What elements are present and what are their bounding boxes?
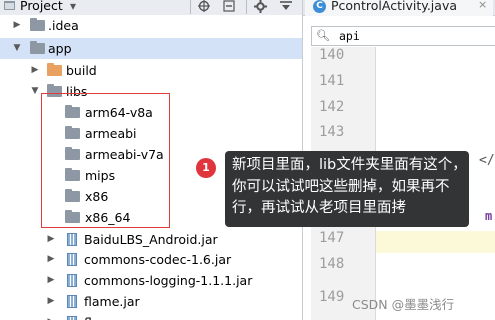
jar-icon: [67, 233, 77, 246]
search-icon[interactable]: 🔍︎: [316, 29, 330, 42]
search-input[interactable]: api: [339, 29, 360, 43]
line-number: 141: [319, 73, 345, 89]
project-panel-title[interactable]: Project: [20, 0, 63, 13]
tree-item-baidulbs-jar[interactable]: ▶ BaiduLBS_Android.jar: [0, 229, 302, 250]
tab-pcontrolactivity[interactable]: C PcontrolActivity.java ×: [305, 0, 493, 16]
chevron-right-icon[interactable]: ▶: [46, 249, 56, 270]
folder-icon: [47, 63, 62, 76]
gear-icon[interactable]: [254, 0, 267, 13]
project-icon: [4, 1, 15, 10]
annotation-badge: 1: [196, 158, 216, 178]
tree-item-label: app: [48, 41, 72, 56]
jar-icon: [67, 253, 77, 266]
project-panel-header: Project ▾: [0, 0, 302, 15]
line-number: 142: [319, 99, 345, 115]
header-divider: [246, 0, 247, 14]
line-number: 140: [319, 47, 345, 63]
header-divider: [190, 0, 191, 14]
hide-panel-icon[interactable]: [280, 1, 292, 11]
chevron-right-icon[interactable]: ▶: [30, 60, 40, 81]
code-fragment: m: [485, 209, 493, 223]
annotation-tooltip: 新项目里面，lib文件夹里面有这个，你可以试试吧这些删掉，如果再不行，再试试从老…: [225, 151, 469, 227]
tree-item-label: commons-logging-1.1.1.jar: [84, 273, 253, 288]
tree-item-label: flame.jar: [84, 294, 140, 309]
tree-item-commons-codec-jar[interactable]: ▶ commons-codec-1.6.jar: [0, 249, 302, 270]
tree-item-label: commons-codec-1.6.jar: [84, 252, 232, 267]
tree-item-app[interactable]: ▼ app: [0, 38, 302, 59]
java-class-icon: C: [313, 0, 326, 13]
jar-icon: [67, 274, 77, 287]
watermark: CSDN @墨墨浅行: [352, 297, 455, 312]
annotation-text: 新项目里面，lib文件夹里面有这个，你可以试试吧这些删掉，如果再不行，再试试从老…: [232, 157, 467, 216]
chevron-right-icon[interactable]: ▶: [46, 312, 56, 320]
folder-icon: [30, 18, 45, 31]
current-line-highlight: [376, 231, 495, 253]
locate-icon[interactable]: [198, 0, 210, 12]
jar-icon: [67, 295, 77, 308]
tree-item-label: .idea: [48, 18, 79, 33]
chevron-right-icon[interactable]: ▶: [12, 15, 22, 36]
tree-item-label: fl...: [84, 312, 104, 320]
tree-item-commons-logging-jar[interactable]: ▶ commons-logging-1.1.1.jar: [0, 270, 302, 291]
line-number: 148: [319, 256, 345, 272]
editor-tab-bar: C PcontrolActivity.java ×: [303, 0, 495, 16]
code-fragment: </: [479, 153, 495, 168]
tree-item-flame-jar[interactable]: ▶ flame.jar: [0, 291, 302, 312]
tree-item-partial-jar[interactable]: ▶ fl...: [0, 312, 302, 320]
chevron-right-icon[interactable]: ▶: [46, 291, 56, 312]
module-folder-icon: [30, 41, 45, 54]
highlight-box: [41, 93, 170, 228]
chevron-down-icon[interactable]: ▼: [12, 38, 22, 59]
tree-item-build[interactable]: ▶ build: [0, 60, 302, 81]
chevron-right-icon[interactable]: ▶: [46, 270, 56, 291]
chevron-down-icon[interactable]: ▾: [70, 0, 76, 13]
search-bar[interactable]: 🔍︎ api: [311, 26, 495, 46]
tab-label: PcontrolActivity.java: [331, 0, 457, 13]
chevron-down-icon[interactable]: ▼: [30, 81, 40, 102]
chevron-right-icon[interactable]: ▶: [46, 229, 56, 250]
line-number: 143: [319, 124, 345, 140]
tree-item-idea[interactable]: ▶ .idea: [0, 15, 302, 36]
collapse-all-icon[interactable]: [223, 0, 235, 12]
line-number: 147: [319, 230, 345, 246]
jar-icon: [67, 316, 77, 320]
tree-item-label: BaiduLBS_Android.jar: [84, 232, 218, 247]
close-icon[interactable]: ×: [478, 0, 487, 11]
tree-item-label: build: [66, 63, 97, 78]
